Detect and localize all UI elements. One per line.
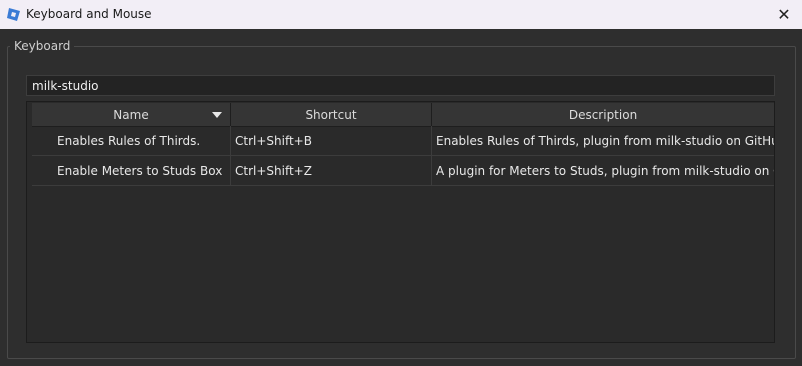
column-header-label: Shortcut bbox=[305, 108, 357, 122]
close-button[interactable]: ✕ bbox=[766, 0, 802, 29]
shortcuts-table: Name Shortcut Description Enables Rules … bbox=[26, 101, 775, 343]
table-row[interactable]: Enable Meters to Studs Box Ctrl+Shift+Z … bbox=[32, 156, 774, 186]
cell-shortcut[interactable]: Ctrl+Shift+B bbox=[231, 126, 432, 156]
column-header-description[interactable]: Description bbox=[432, 103, 774, 127]
column-header-label: Name bbox=[113, 108, 149, 122]
column-header-label: Description bbox=[568, 108, 638, 122]
table-row[interactable]: Enables Rules of Thirds. Ctrl+Shift+B En… bbox=[32, 126, 774, 156]
close-icon: ✕ bbox=[777, 5, 791, 24]
table-header: Name Shortcut Description bbox=[32, 103, 774, 127]
search-input[interactable] bbox=[26, 75, 775, 96]
window-title: Keyboard and Mouse bbox=[26, 7, 152, 21]
column-header-name[interactable]: Name bbox=[32, 103, 231, 127]
cell-name: Enables Rules of Thirds. bbox=[32, 126, 231, 156]
cell-description: Enables Rules of Thirds, plugin from mil… bbox=[436, 134, 774, 148]
roblox-studio-icon bbox=[7, 8, 20, 21]
cell-shortcut[interactable]: Ctrl+Shift+Z bbox=[231, 156, 432, 186]
group-label: Keyboard bbox=[10, 39, 75, 53]
title-bar: Keyboard and Mouse ✕ bbox=[0, 0, 802, 29]
cell-name: Enable Meters to Studs Box bbox=[32, 156, 231, 186]
cell-description: A plugin for Meters to Studs, plugin fro… bbox=[436, 164, 774, 178]
sort-descending-icon bbox=[212, 112, 222, 118]
column-header-shortcut[interactable]: Shortcut bbox=[231, 103, 432, 127]
